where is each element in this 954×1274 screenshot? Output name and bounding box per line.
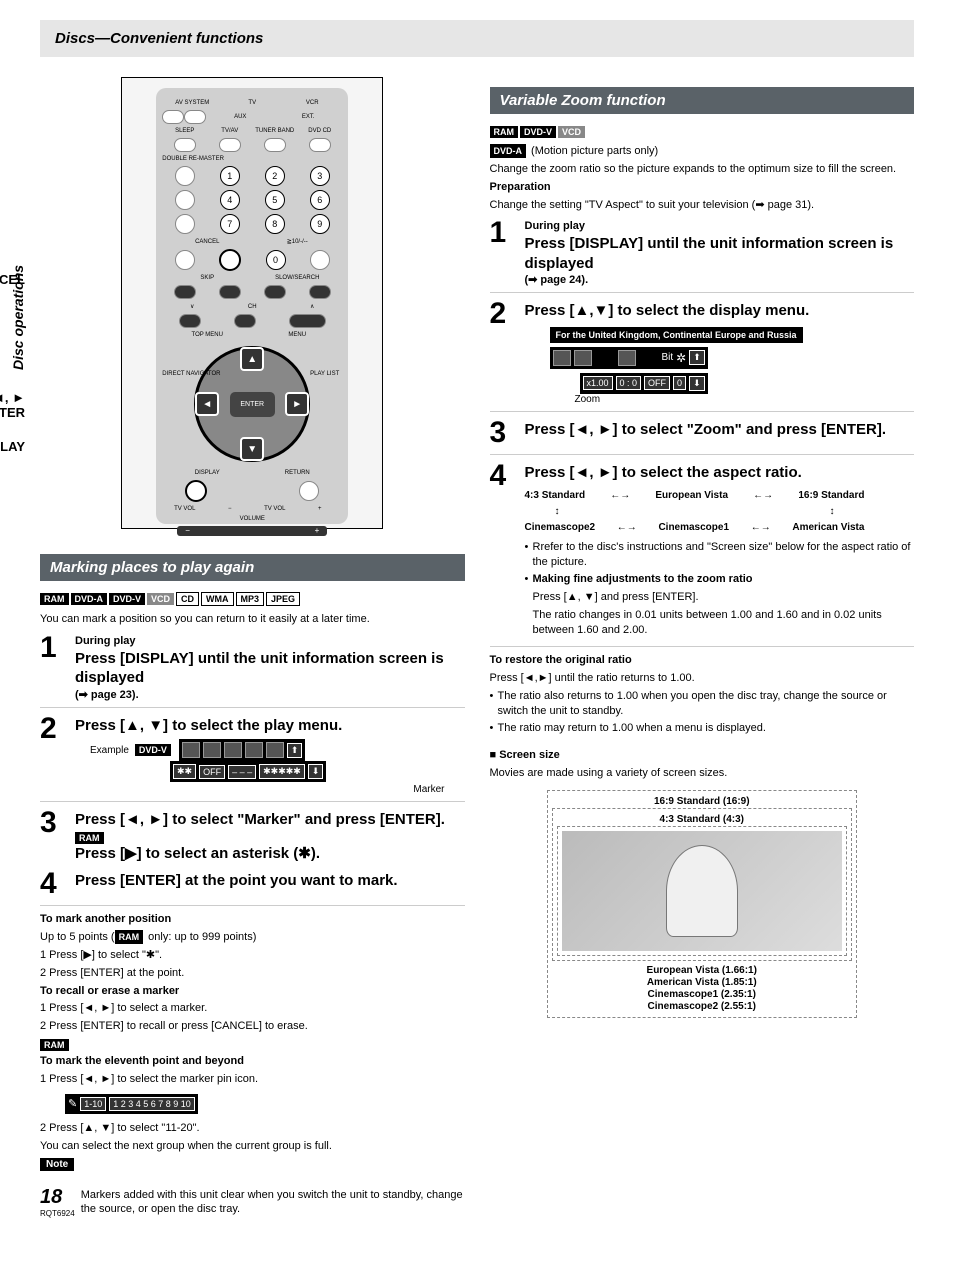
remote-illustration: AV SYSTEMTVVCR AUXEXT. SLEEPTV/AVTUNER B… <box>121 77 383 529</box>
eleventh-3: You can select the next group when the c… <box>40 1139 465 1154</box>
mark-another-1: 1 Press [▶] to select "✱". <box>40 948 465 963</box>
zoom-prep-h: Preparation <box>490 180 915 195</box>
section-marking-title: Marking places to play again <box>40 554 465 581</box>
doc-code: RQT6924 <box>40 1209 75 1218</box>
screen-size-intro: Movies are made using a variety of scree… <box>490 766 915 781</box>
eleventh-heading: To mark the eleventh point and beyond <box>40 1054 465 1069</box>
zoom-format-tags: RAMDVD-VVCD <box>490 124 915 138</box>
screen-size-heading: ■ Screen size <box>490 748 915 763</box>
restore-heading: To restore the original ratio <box>490 653 915 668</box>
eleventh-1: 1 Press [◄, ►] to select the marker pin … <box>40 1072 465 1087</box>
note-text: Markers added with this unit clear when … <box>81 1188 465 1218</box>
recall-erase-heading: To recall or erase a marker <box>40 984 465 999</box>
restore-b2: The ratio may return to 1.00 when a menu… <box>490 721 915 736</box>
marking-step-1: 1 During play Press [DISPLAY] until the … <box>40 633 465 708</box>
screen-size-diagram: 16:9 Standard (16:9) 4:3 Standard (4:3) … <box>547 790 857 1018</box>
restore-b1: The ratio also returns to 1.00 when you … <box>490 689 915 719</box>
marking-step-4: 4 Press [ENTER] at the point you want to… <box>40 869 465 906</box>
marking-step-2: 2 Press [▲, ▼] to select the play menu. … <box>40 714 465 803</box>
mark-another-2: 2 Press [ENTER] at the point. <box>40 966 465 981</box>
zoom-prep: Change the setting "TV Aspect" to suit y… <box>490 198 915 213</box>
remote-callout-arrows: ▲, ▼, ◄, ► <box>0 390 25 405</box>
restore-line: Press [◄,►] until the ratio returns to 1… <box>490 671 915 686</box>
mark-another-heading: To mark another position <box>40 912 465 927</box>
section-zoom-title: Variable Zoom function <box>490 87 915 114</box>
marking-step-3: 3 Press [◄, ►] to select "Marker" and pr… <box>40 808 465 863</box>
marking-format-tags: RAMDVD-ADVD-VVCDCDWMAMP3JPEG <box>40 591 465 606</box>
zoom-step-2: 2 Press [▲,▼] to select the display menu… <box>490 299 915 412</box>
zoom-step-1: 1 During play Press [DISPLAY] until the … <box>490 218 915 293</box>
ram-tag: RAM <box>40 1039 69 1051</box>
zoom-step-3: 3 Press [◄, ►] to select "Zoom" and pres… <box>490 418 915 455</box>
zoom-step-4: 4 Press [◄, ►] to select the aspect rati… <box>490 461 915 648</box>
page-number: 18 <box>40 1186 75 1209</box>
marker-osd: ✎1-101 2 3 4 5 6 7 8 9 10 <box>65 1094 198 1114</box>
zoom-intro: Change the zoom ratio so the picture exp… <box>490 162 915 177</box>
eleventh-2: 2 Press [▲, ▼] to select "11-20". <box>40 1121 465 1136</box>
mark-another-points: Up to 5 points (RAM only: up to 999 poin… <box>40 930 465 945</box>
note-tag: Note <box>40 1158 74 1171</box>
page-header: Discs—Convenient functions <box>40 20 914 57</box>
marking-intro: You can mark a position so you can retur… <box>40 612 465 627</box>
remote-callout-display: DISPLAY <box>0 439 25 454</box>
zoom-dvda-note: DVD-A (Motion picture parts only) <box>490 144 915 159</box>
recall-1: 1 Press [◄, ►] to select a marker. <box>40 1001 465 1016</box>
remote-callout-enter: ENTER <box>0 405 25 420</box>
remote-callout-cancel: CANCEL <box>0 272 25 287</box>
recall-2: 2 Press [ENTER] to recall or press [CANC… <box>40 1019 465 1034</box>
